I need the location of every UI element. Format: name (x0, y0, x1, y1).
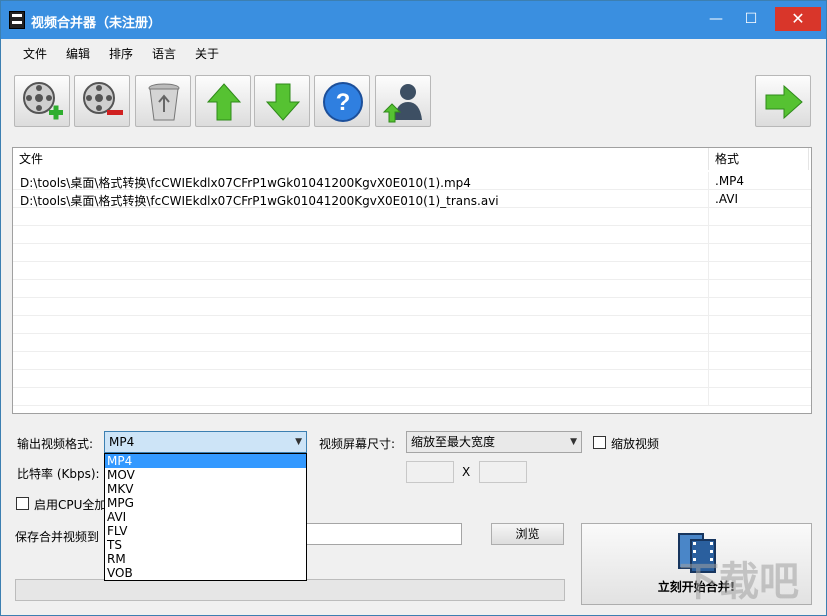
watermark-text: 下载吧 (679, 559, 799, 605)
svg-text:?: ? (336, 89, 351, 116)
format-option[interactable]: RM (105, 552, 306, 566)
progress-bar (15, 579, 565, 601)
scale-video-label: 缩放视频 (611, 435, 659, 452)
minimize-button[interactable]: — (701, 7, 731, 31)
format-option[interactable]: FLV (105, 524, 306, 538)
dimension-x-label: X (462, 465, 470, 479)
file-path: D:\tools\桌面\格式转换\fcCWIEkdlx07CFrP1wGk010… (20, 174, 708, 191)
title-bar: 视频合并器（未注册） — ☐ ✕ (1, 1, 826, 39)
menu-sort[interactable]: 排序 (109, 45, 133, 62)
chevron-down-icon: ▼ (570, 432, 577, 452)
output-format-label: 输出视频格式: (17, 435, 93, 452)
next-arrow-icon (762, 80, 806, 124)
format-option[interactable]: MKV (105, 482, 306, 496)
app-window: 视频合并器（未注册） — ☐ ✕ 文件 编辑 排序 语言 关于 (0, 0, 827, 616)
height-input[interactable] (479, 461, 527, 483)
menu-about[interactable]: 关于 (195, 45, 219, 62)
next-button[interactable] (755, 75, 811, 127)
table-row[interactable]: D:\tools\桌面\格式转换\fcCWIEkdlx07CFrP1wGk010… (13, 172, 811, 190)
add-video-icon (21, 80, 65, 124)
toolbar: ? (1, 65, 826, 135)
cpu-label: 启用CPU全加 (34, 496, 106, 513)
remove-video-icon (81, 80, 125, 124)
output-format-select[interactable]: MP4 ▼ (104, 431, 307, 453)
column-header-file[interactable]: 文件 (13, 148, 709, 170)
menu-edit[interactable]: 编辑 (66, 45, 90, 62)
menu-file[interactable]: 文件 (23, 45, 47, 62)
file-format: .AVI (715, 192, 738, 206)
move-up-icon (202, 80, 246, 124)
file-list[interactable]: 文件 格式 D:\tools\桌面\格式转换\fcCWIEkdlx07CFrP1… (12, 147, 812, 414)
close-button[interactable]: ✕ (775, 7, 821, 31)
help-icon: ? (321, 80, 365, 124)
recycle-bin-icon (142, 80, 186, 124)
format-option[interactable]: MP4 (105, 454, 306, 468)
user-upgrade-icon (382, 80, 426, 124)
move-down-icon (261, 80, 305, 124)
watermark: 下载吧 (679, 549, 819, 609)
screen-size-label: 视频屏幕尺寸: (319, 435, 395, 452)
format-option[interactable]: MOV (105, 468, 306, 482)
clear-list-button[interactable] (135, 75, 191, 127)
format-dropdown-list[interactable]: MP4 MOV MKV MPG AVI FLV TS RM VOB (104, 453, 307, 581)
file-format: .MP4 (715, 174, 744, 188)
column-header-format[interactable]: 格式 (709, 148, 809, 170)
table-row[interactable]: D:\tools\桌面\格式转换\fcCWIEkdlx07CFrP1wGk010… (13, 190, 811, 208)
file-path: D:\tools\桌面\格式转换\fcCWIEkdlx07CFrP1wGk010… (20, 192, 708, 209)
upgrade-button[interactable] (375, 75, 431, 127)
remove-video-button[interactable] (74, 75, 130, 127)
output-format-value: MP4 (109, 435, 134, 449)
app-logo-icon (9, 11, 25, 29)
browse-button[interactable]: 浏览 (491, 523, 564, 545)
screen-size-value: 缩放至最大宽度 (411, 435, 495, 449)
chevron-down-icon: ▼ (295, 432, 302, 452)
save-path-input[interactable] (301, 523, 462, 545)
window-title: 视频合并器（未注册） (31, 12, 161, 31)
format-option[interactable]: TS (105, 538, 306, 552)
move-down-button[interactable] (254, 75, 310, 127)
format-option[interactable]: AVI (105, 510, 306, 524)
add-video-button[interactable] (14, 75, 70, 127)
move-up-button[interactable] (195, 75, 251, 127)
help-button[interactable]: ? (314, 75, 370, 127)
format-option[interactable]: MPG (105, 496, 306, 510)
bitrate-label: 比特率 (Kbps): (17, 465, 100, 482)
width-input[interactable] (406, 461, 454, 483)
format-option[interactable]: VOB (105, 566, 306, 580)
cpu-checkbox[interactable] (16, 497, 29, 510)
file-rows: D:\tools\桌面\格式转换\fcCWIEkdlx07CFrP1wGk010… (13, 172, 811, 406)
screen-size-select[interactable]: 缩放至最大宽度 ▼ (406, 431, 582, 453)
menu-bar: 文件 编辑 排序 语言 关于 (1, 39, 826, 65)
maximize-button[interactable]: ☐ (736, 7, 766, 31)
save-to-label: 保存合并视频到 (15, 528, 99, 545)
scale-video-checkbox[interactable] (593, 436, 606, 449)
menu-language[interactable]: 语言 (152, 45, 176, 62)
